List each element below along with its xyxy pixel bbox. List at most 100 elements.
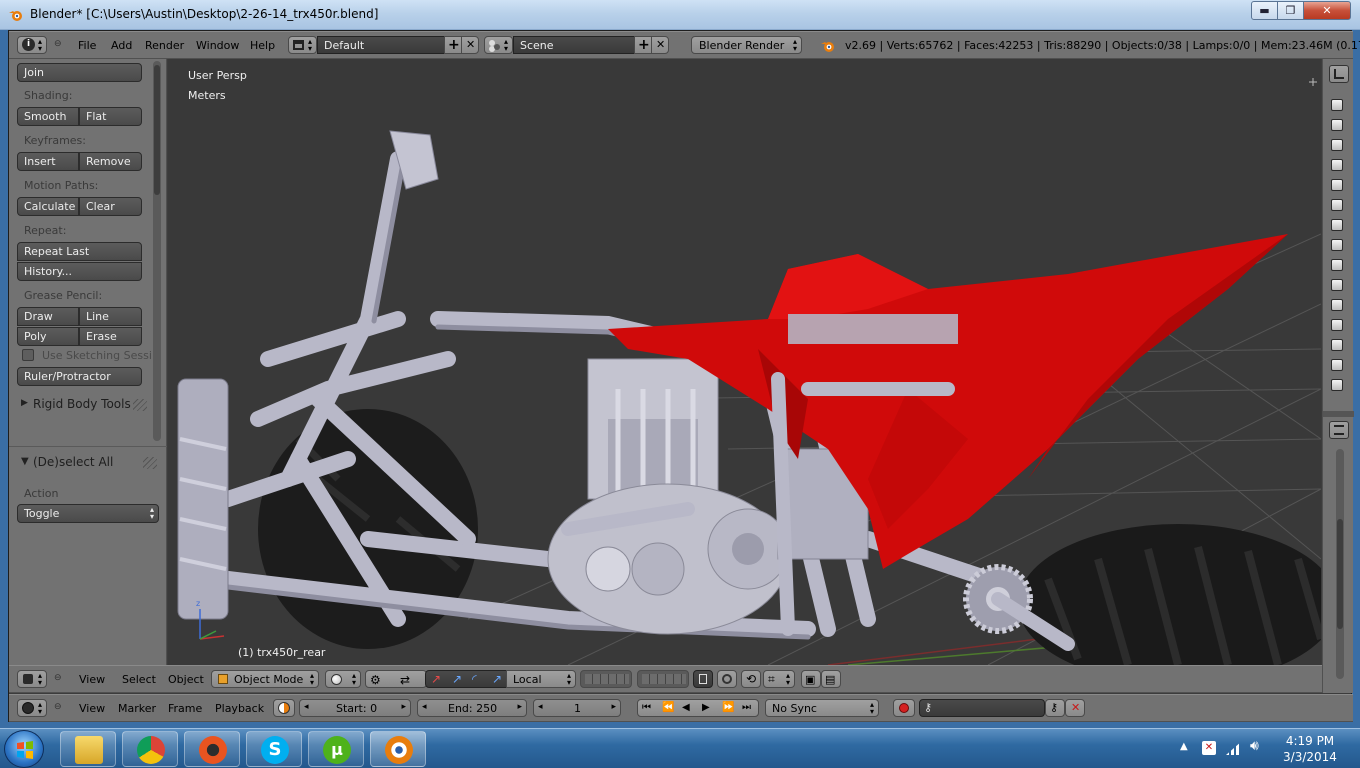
join-button[interactable]: Join xyxy=(17,63,142,82)
jump-end-icon[interactable]: ⏭ xyxy=(742,702,751,713)
menu-add[interactable]: Add xyxy=(111,39,132,52)
show-hidden-icons-arrow[interactable]: ▲ xyxy=(1180,741,1188,752)
editor-type-info-button[interactable]: i ▴ ▾ xyxy=(17,36,47,54)
start-button[interactable] xyxy=(4,730,44,768)
object-visibility-icon[interactable] xyxy=(1331,239,1343,251)
maximize-button[interactable]: ❐ xyxy=(1277,1,1304,20)
snap-element-dropdown[interactable]: ⌗ ▴ ▾ xyxy=(763,670,795,688)
collapse-menu-icon[interactable]: ⊖ xyxy=(54,39,62,49)
menu-frame[interactable]: Frame xyxy=(168,702,202,715)
insert-keyframe-button[interactable]: Insert xyxy=(17,152,79,171)
play-reverse-icon[interactable]: ◀ xyxy=(682,702,690,713)
insert-keyframe-button[interactable]: ⚷ xyxy=(1045,699,1065,717)
proportional-edit-toggle[interactable] xyxy=(717,670,737,688)
layer-cells[interactable] xyxy=(642,674,686,684)
object-visibility-icon[interactable] xyxy=(1331,139,1343,151)
viewport-shading-dropdown[interactable]: ▴ ▾ xyxy=(325,670,361,688)
object-visibility-icon[interactable] xyxy=(1331,279,1343,291)
object-visibility-icon[interactable] xyxy=(1331,199,1343,211)
increment-arrow-icon[interactable]: ▸ xyxy=(611,702,616,712)
scene-layers-grid-b[interactable] xyxy=(637,670,689,688)
pivot-and-manipulator-group[interactable]: ⚙ ⇄ xyxy=(365,670,427,688)
menu-view[interactable]: View xyxy=(79,702,105,715)
collapse-menu-icon[interactable]: ⊖ xyxy=(54,673,62,683)
increment-arrow-icon[interactable]: ▸ xyxy=(401,702,406,712)
object-visibility-icon[interactable] xyxy=(1331,179,1343,191)
keying-set-field[interactable]: ⚷ xyxy=(919,699,1045,717)
delete-screen-button[interactable]: ✕ xyxy=(461,36,479,54)
lock-layers-toggle[interactable] xyxy=(693,670,713,688)
end-frame-field[interactable]: ◂ End: 250 ▸ xyxy=(417,699,527,717)
increment-arrow-icon[interactable]: ▸ xyxy=(517,702,522,712)
action-center-flag-icon[interactable]: ✕ xyxy=(1202,741,1216,755)
delete-keyframe-button[interactable]: ✕ xyxy=(1065,699,1085,717)
menu-marker[interactable]: Marker xyxy=(118,702,156,715)
object-visibility-icon[interactable] xyxy=(1331,259,1343,271)
scrollbar-thumb[interactable] xyxy=(154,65,160,195)
render-layer-icon[interactable] xyxy=(1331,99,1343,111)
decrement-arrow-icon[interactable]: ◂ xyxy=(422,702,427,712)
jump-keyframe-back-icon[interactable]: ⏪ xyxy=(662,702,674,713)
drag-grip-icon[interactable] xyxy=(133,399,147,411)
object-visibility-icon[interactable] xyxy=(1331,299,1343,311)
minimize-button[interactable]: ▬ xyxy=(1251,1,1278,20)
taskbar-chrome[interactable] xyxy=(122,731,178,767)
object-visibility-icon[interactable] xyxy=(1331,339,1343,351)
ruler-protractor-button[interactable]: Ruler/Protractor xyxy=(17,367,142,386)
system-clock[interactable]: 4:19 PM 3/3/2014 xyxy=(1270,733,1350,765)
grease-line-button[interactable]: Line xyxy=(79,307,142,326)
use-sketching-checkbox[interactable] xyxy=(22,349,34,361)
grease-poly-button[interactable]: Poly xyxy=(17,327,79,346)
flat-button[interactable]: Flat xyxy=(79,107,142,126)
interaction-mode-dropdown[interactable]: Object Mode ▴ ▾ xyxy=(211,670,319,688)
sync-mode-dropdown[interactable]: No Sync ▴ ▾ xyxy=(765,699,879,717)
menu-playback[interactable]: Playback xyxy=(215,702,264,715)
current-frame-field[interactable]: ◂ 1 ▸ xyxy=(533,699,621,717)
object-visibility-icon[interactable] xyxy=(1331,159,1343,171)
properties-scrollbar[interactable] xyxy=(1336,449,1344,679)
add-screen-button[interactable]: + xyxy=(444,36,462,54)
network-signal-icon[interactable] xyxy=(1226,741,1242,755)
object-visibility-icon[interactable] xyxy=(1331,219,1343,231)
action-dropdown[interactable]: Toggle ▴ ▾ xyxy=(17,504,159,523)
menu-render[interactable]: Render xyxy=(145,39,184,52)
taskbar-ubuntu[interactable] xyxy=(184,731,240,767)
decrement-arrow-icon[interactable]: ◂ xyxy=(304,702,309,712)
calculate-paths-button[interactable]: Calculate xyxy=(17,197,79,216)
add-scene-button[interactable]: + xyxy=(634,36,652,54)
render-engine-dropdown[interactable]: Blender Render ▴ ▾ xyxy=(691,36,802,54)
taskbar-explorer[interactable] xyxy=(60,731,116,767)
render-animation-button[interactable]: ▤ xyxy=(821,670,841,688)
decrement-arrow-icon[interactable]: ◂ xyxy=(538,702,543,712)
smooth-button[interactable]: Smooth xyxy=(17,107,79,126)
menu-select[interactable]: Select xyxy=(122,673,156,686)
render-still-button[interactable]: ▣ xyxy=(801,670,821,688)
menu-help[interactable]: Help xyxy=(250,39,275,52)
grease-erase-button[interactable]: Erase xyxy=(79,327,142,346)
menu-object[interactable]: Object xyxy=(168,673,204,686)
volume-icon[interactable]: 🔊︎ xyxy=(1250,738,1259,754)
taskbar-skype[interactable]: S xyxy=(246,731,302,767)
editor-type-3d-view-button[interactable]: ▴ ▾ xyxy=(17,670,47,688)
scene-name-field[interactable]: Scene xyxy=(513,36,635,54)
drag-grip-icon[interactable] xyxy=(143,457,157,469)
repeat-last-button[interactable]: Repeat Last xyxy=(17,242,142,261)
properties-editor-button[interactable] xyxy=(1329,421,1349,439)
scene-layers-grid-a[interactable] xyxy=(580,670,632,688)
object-visibility-icon[interactable] xyxy=(1331,359,1343,371)
auto-keyframe-toggle[interactable] xyxy=(893,699,915,717)
screen-layout-name-field[interactable]: Default xyxy=(317,36,445,54)
menu-window[interactable]: Window xyxy=(196,39,239,52)
close-button[interactable]: ✕ xyxy=(1303,1,1351,20)
rigid-body-tools-panel-header[interactable]: ▶ Rigid Body Tools xyxy=(9,393,167,417)
remove-keyframe-button[interactable]: Remove xyxy=(79,152,142,171)
clear-paths-button[interactable]: Clear xyxy=(79,197,142,216)
region-divider[interactable] xyxy=(1323,411,1354,417)
delete-scene-button[interactable]: ✕ xyxy=(651,36,669,54)
history-button[interactable]: History... xyxy=(17,262,142,281)
menu-view[interactable]: View xyxy=(79,673,105,686)
tool-shelf-scrollbar[interactable] xyxy=(153,61,161,441)
menu-file[interactable]: File xyxy=(78,39,96,52)
scene-selector[interactable]: ▴ ▾ xyxy=(484,36,513,54)
taskbar-utorrent[interactable]: µ xyxy=(308,731,364,767)
